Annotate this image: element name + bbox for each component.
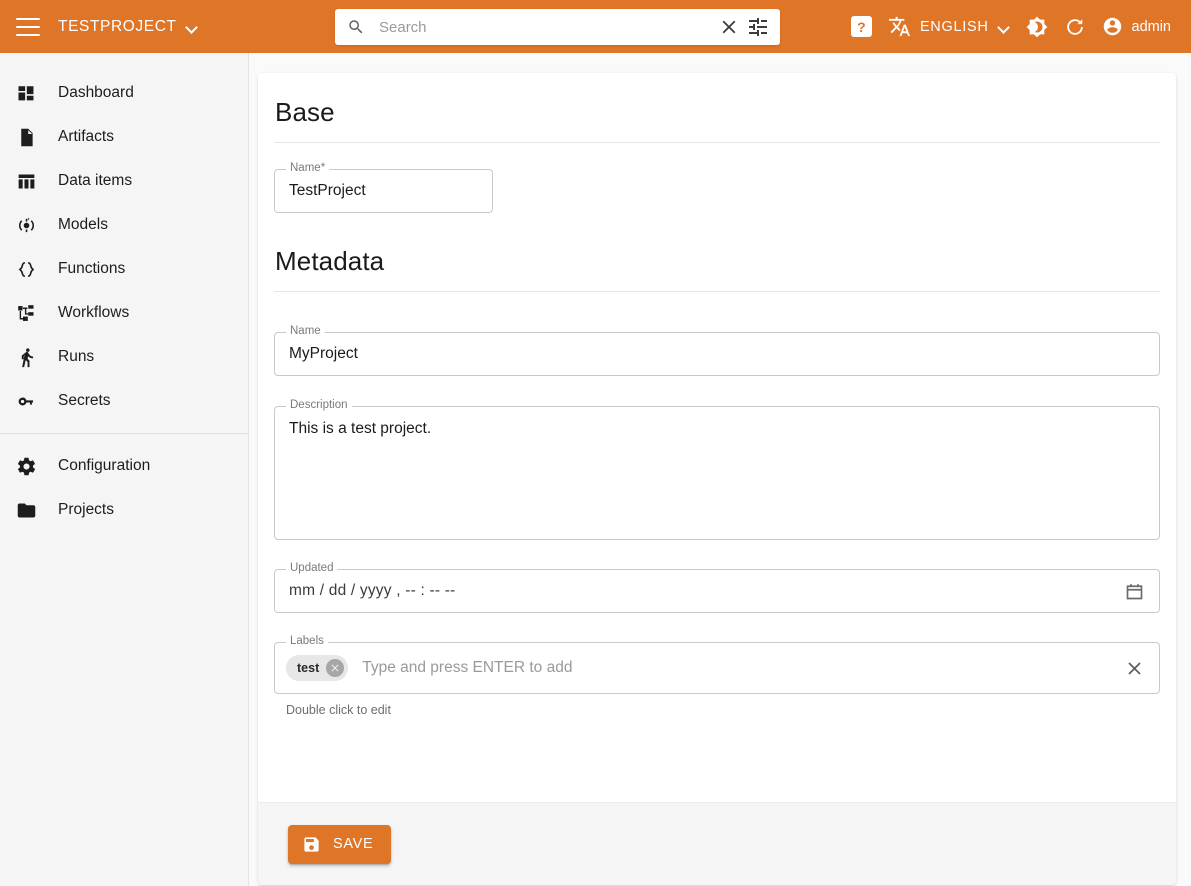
search-bar[interactable] (335, 9, 780, 45)
sidebar-item-projects[interactable]: Projects (0, 488, 248, 532)
sidebar-secondary-group: Configuration Projects (0, 444, 248, 532)
account-circle-icon (1102, 16, 1123, 37)
metadata-labels-field: Labels test Double click to edit (274, 635, 1160, 717)
metadata-name-label: Name (286, 325, 325, 338)
language-label: ENGLISH (919, 18, 989, 35)
metadata-description-field: Description (274, 399, 1160, 540)
main-content: Base Name* Metadata Name Description (249, 53, 1191, 886)
section-divider (274, 291, 1160, 292)
model-node-icon (14, 213, 38, 237)
account-label: admin (1131, 18, 1172, 35)
label-chip[interactable]: test (286, 655, 349, 681)
language-selector[interactable]: ENGLISH (880, 0, 1018, 53)
metadata-labels-label: Labels (286, 635, 328, 648)
base-name-input[interactable] (275, 170, 492, 212)
project-name-label: TESTPROJECT (58, 17, 177, 35)
refresh-button[interactable] (1056, 0, 1094, 53)
metadata-name-input-box[interactable]: Name (274, 325, 1160, 376)
sidebar-primary-group: Dashboard Artifacts Data items Models Fu… (0, 53, 248, 423)
sidebar-navigation: Dashboard Artifacts Data items Models Fu… (0, 53, 249, 886)
sidebar-item-label: Secrets (58, 392, 111, 409)
section-divider (274, 142, 1160, 143)
help-button[interactable]: ? (843, 0, 880, 53)
theme-toggle-button[interactable] (1018, 0, 1056, 53)
top-bar-actions: ? ENGLISH admin (843, 0, 1179, 53)
hamburger-menu-icon[interactable] (16, 17, 40, 36)
brightness-dark-mode-icon (1026, 16, 1048, 38)
labels-hint: Double click to edit (286, 703, 391, 717)
metadata-description-textarea[interactable] (275, 407, 1159, 539)
translate-icon (888, 15, 911, 38)
sidebar-item-functions[interactable]: Functions (0, 247, 248, 291)
project-form-card: Base Name* Metadata Name Description (258, 73, 1176, 885)
base-name-field: Name* (274, 162, 1160, 213)
chip-remove-icon[interactable] (326, 659, 345, 677)
sidebar-item-dashboard[interactable]: Dashboard (0, 71, 248, 115)
calendar-icon[interactable] (1116, 573, 1152, 609)
sidebar-item-label: Data items (58, 172, 133, 189)
close-icon[interactable] (718, 16, 740, 38)
sidebar-item-data-items[interactable]: Data items (0, 159, 248, 203)
metadata-description-input-box[interactable]: Description (274, 399, 1160, 540)
metadata-updated-label: Updated (286, 562, 338, 575)
running-person-icon (14, 345, 38, 369)
sidebar-item-label: Projects (58, 501, 114, 518)
sidebar-item-label: Dashboard (58, 84, 134, 101)
sidebar-item-label: Models (58, 216, 108, 233)
dashboard-icon (14, 81, 38, 105)
sidebar-item-workflows[interactable]: Workflows (0, 291, 248, 335)
project-form-body: Base Name* Metadata Name Description (258, 97, 1176, 717)
sidebar-item-artifacts[interactable]: Artifacts (0, 115, 248, 159)
search-input[interactable] (377, 17, 718, 37)
folder-icon (14, 498, 38, 522)
search-icon (347, 18, 365, 36)
sidebar-item-models[interactable]: Models (0, 203, 248, 247)
page-title: Base (275, 97, 335, 127)
sidebar-item-label: Artifacts (58, 128, 114, 145)
chevron-down-icon[interactable] (999, 23, 1010, 30)
metadata-title: Metadata (275, 246, 385, 276)
metadata-updated-input-box[interactable]: Updated mm / dd / yyyy , -- : -- -- (274, 562, 1160, 613)
sidebar-divider (0, 433, 248, 434)
sidebar-item-label: Workflows (58, 304, 130, 321)
metadata-updated-field: Updated mm / dd / yyyy , -- : -- -- (274, 562, 1160, 613)
project-selector[interactable]: TESTPROJECT (58, 18, 198, 36)
metadata-name-field: Name (274, 325, 1160, 376)
gear-icon (14, 454, 38, 478)
base-name-input-box[interactable]: Name* (274, 162, 493, 213)
form-footer: SAVE (258, 802, 1176, 885)
sidebar-item-label: Functions (58, 260, 126, 277)
base-name-label: Name* (286, 162, 330, 175)
workflow-hierarchy-icon (14, 301, 38, 325)
save-disk-icon (302, 835, 321, 854)
metadata-updated-value[interactable]: mm / dd / yyyy , -- : -- -- (275, 582, 1116, 600)
account-button[interactable]: admin (1094, 0, 1180, 53)
metadata-name-input[interactable] (275, 333, 1159, 375)
sidebar-item-label: Runs (58, 348, 95, 365)
table-columns-icon (14, 169, 38, 193)
metadata-labels-input-box[interactable]: Labels test (274, 635, 1160, 694)
save-button[interactable]: SAVE (288, 824, 392, 864)
close-icon[interactable] (1117, 651, 1151, 685)
help-icon: ? (850, 16, 872, 37)
sidebar-item-label: Configuration (58, 457, 151, 474)
sidebar-item-configuration[interactable]: Configuration (0, 444, 248, 488)
sidebar-item-runs[interactable]: Runs (0, 335, 248, 379)
key-icon (14, 389, 38, 413)
sidebar-item-secrets[interactable]: Secrets (0, 379, 248, 423)
chevron-down-icon[interactable] (187, 23, 198, 30)
metadata-description-label: Description (286, 399, 352, 412)
refresh-icon (1064, 16, 1086, 38)
braces-icon (14, 257, 38, 281)
labels-input[interactable] (360, 658, 1117, 678)
top-app-bar: TESTPROJECT ? ENGLISH (0, 0, 1191, 53)
label-chip-text: test (297, 661, 320, 675)
file-icon (14, 125, 38, 149)
tune-icon[interactable] (746, 15, 770, 39)
save-button-label: SAVE (333, 836, 374, 852)
